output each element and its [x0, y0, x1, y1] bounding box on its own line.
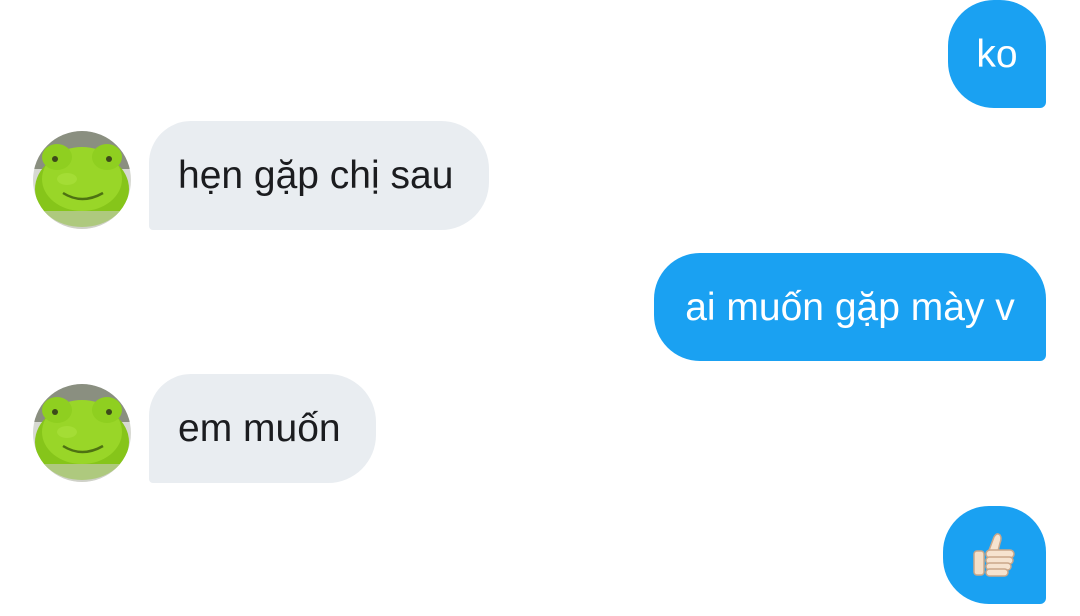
message-text: hẹn gặp chị sau — [178, 154, 454, 197]
contact-avatar[interactable] — [33, 384, 131, 482]
message-text: em muốn — [178, 407, 341, 450]
outgoing-message-bubble[interactable] — [943, 506, 1046, 604]
message-thread: ko hẹn gặp chị sau ai muốn gặp mày v em … — [0, 0, 1080, 616]
frog-avatar-icon — [33, 384, 131, 482]
message-text: ko — [976, 32, 1018, 76]
outgoing-message-bubble[interactable]: ko — [948, 0, 1046, 108]
incoming-message-bubble[interactable]: hẹn gặp chị sau — [149, 121, 489, 230]
thumbs-up-icon — [972, 533, 1015, 577]
incoming-message-bubble[interactable]: em muốn — [149, 374, 376, 483]
message-text: ai muốn gặp mày v — [685, 285, 1015, 329]
contact-avatar[interactable] — [33, 131, 131, 229]
frog-avatar-icon — [33, 131, 131, 229]
outgoing-message-bubble[interactable]: ai muốn gặp mày v — [654, 253, 1046, 361]
